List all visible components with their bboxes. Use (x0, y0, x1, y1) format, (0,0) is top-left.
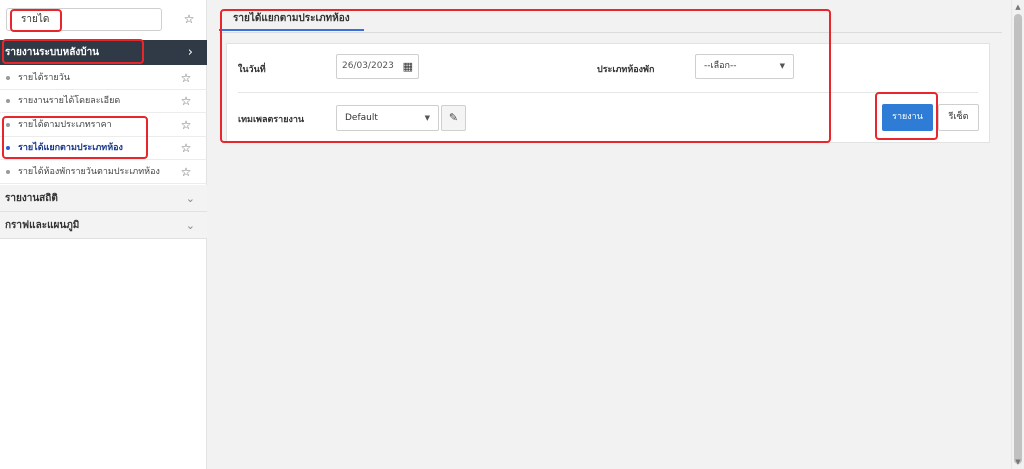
scroll-up-icon[interactable]: ▲ (1012, 1, 1024, 13)
section-statistics-reports[interactable]: รายงานสถิติ ⌄ (0, 185, 207, 212)
tab-divider (219, 32, 1002, 33)
sidebar-item-detailed-revenue[interactable]: รายงานรายได้โดยละเอียด ☆ (0, 90, 207, 113)
star-icon[interactable]: ☆ (179, 71, 193, 85)
sidebar-item-label: รายได้ห้องพักรายวันตามประเภทห้อง (18, 167, 160, 177)
tab-revenue-by-room-type[interactable]: รายได้แยกตามประเภทห้อง (219, 6, 364, 31)
report-button[interactable]: รายงาน (882, 104, 933, 131)
star-icon[interactable]: ☆ (179, 118, 193, 132)
form-divider (238, 92, 978, 93)
template-label: เทมเพลตรายงาน (238, 115, 305, 125)
room-type-select[interactable]: --เลือก-- ▼ (695, 54, 794, 79)
sidebar-item-revenue-by-rate-type[interactable]: รายได้ตามประเภทราคา ☆ (0, 114, 207, 137)
bullet-icon (6, 170, 10, 174)
sidebar-search-row: รายได ☆ (0, 0, 207, 40)
section-backoffice-reports[interactable]: รายงานระบบหลังบ้าน › (0, 40, 207, 65)
scroll-down-icon[interactable]: ▼ (1012, 456, 1024, 468)
edit-icon: ✎ (448, 111, 459, 124)
bullet-icon (6, 76, 10, 80)
sidebar-item-label: รายได้รายวัน (18, 73, 70, 83)
sidebar-search-input[interactable]: รายได (6, 8, 162, 31)
sidebar-item-daily-room-revenue-by-type[interactable]: รายได้ห้องพักรายวันตามประเภทห้อง ☆ (0, 161, 207, 184)
star-icon[interactable]: ☆ (179, 141, 193, 155)
section-charts[interactable]: กราฟและแผนภูมิ ⌄ (0, 212, 207, 239)
date-label: ในวันที่ (238, 65, 266, 75)
vertical-scrollbar[interactable]: ▲ ▼ (1011, 0, 1024, 469)
room-type-label: ประเภทห้องพัก (597, 65, 655, 75)
sidebar-item-daily-revenue[interactable]: รายได้รายวัน ☆ (0, 67, 207, 90)
star-icon[interactable]: ☆ (179, 165, 193, 179)
reset-button[interactable]: รีเซ็ต (938, 104, 979, 131)
date-value: 26/03/2023 (342, 61, 394, 71)
calendar-icon[interactable]: ▦ (403, 55, 413, 78)
search-favorite-star-icon[interactable]: ☆ (182, 12, 196, 26)
template-select[interactable]: Default ▼ (336, 105, 439, 131)
sidebar-item-label: รายได้แยกตามประเภทห้อง (18, 143, 123, 153)
template-selected-value: Default (345, 113, 378, 123)
bullet-icon (6, 123, 10, 127)
caret-down-icon: ▼ (779, 62, 785, 70)
bullet-icon (6, 99, 10, 103)
star-icon[interactable]: ☆ (179, 94, 193, 108)
section-backoffice-reports-label: รายงานระบบหลังบ้าน (5, 47, 100, 58)
bullet-icon (6, 146, 10, 150)
chevron-right-icon: › (187, 45, 193, 60)
scroll-thumb[interactable] (1014, 14, 1022, 464)
sidebar-item-revenue-by-room-type[interactable]: รายได้แยกตามประเภทห้อง ☆ (0, 137, 207, 160)
sidebar-item-label: รายได้ตามประเภทราคา (18, 120, 112, 130)
section-label: รายงานสถิติ (5, 193, 58, 204)
sidebar: รายได ☆ รายงานระบบหลังบ้าน › รายได้รายวั… (0, 0, 207, 469)
edit-template-button[interactable]: ✎ (441, 105, 466, 131)
room-type-selected-value: --เลือก-- (704, 61, 737, 71)
section-label: กราฟและแผนภูมิ (5, 220, 80, 231)
chevron-down-icon: ⌄ (185, 219, 195, 232)
date-input[interactable]: 26/03/2023 ▦ (336, 54, 419, 79)
caret-down-icon: ▼ (424, 114, 430, 122)
sidebar-item-label: รายงานรายได้โดยละเอียด (18, 96, 121, 106)
chevron-down-icon: ⌄ (185, 192, 195, 205)
